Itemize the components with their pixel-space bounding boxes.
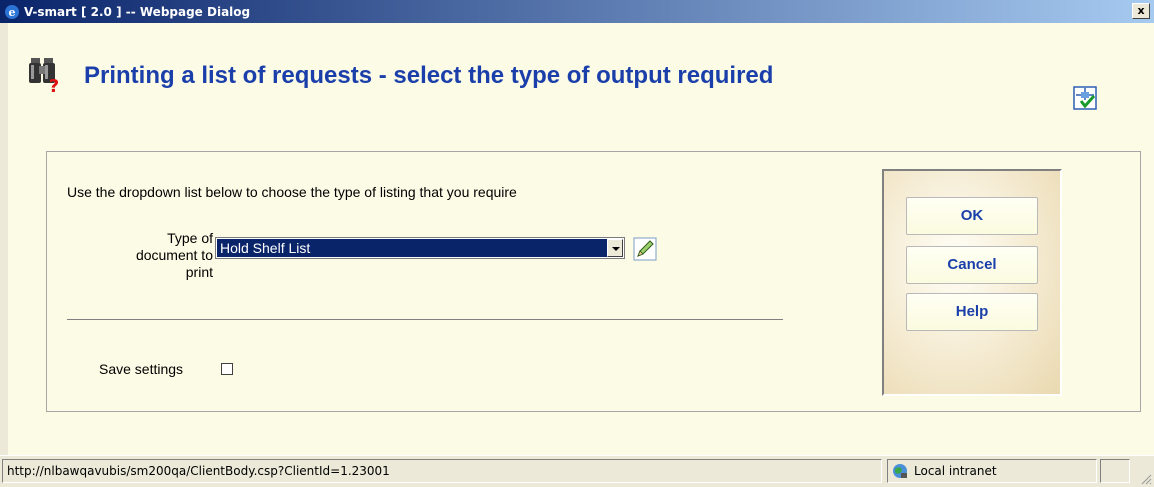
instruction-text: Use the dropdown list below to choose th… — [67, 184, 517, 200]
cancel-button[interactable]: Cancel — [906, 246, 1038, 284]
document-type-value[interactable]: Hold Shelf List — [217, 239, 607, 257]
pencil-icon[interactable] — [633, 237, 657, 261]
close-button[interactable]: x — [1132, 3, 1150, 19]
security-zone: Local intranet — [887, 459, 1097, 483]
status-bar: http://nlbawqavubis/sm200qa/ClientBody.c… — [0, 455, 1154, 487]
type-label: Type of document to print — [135, 230, 213, 280]
resize-grip-icon[interactable] — [1140, 473, 1152, 485]
svg-text:e: e — [9, 6, 16, 19]
help-button[interactable]: Help — [906, 293, 1038, 331]
document-type-select[interactable]: Hold Shelf List — [215, 237, 625, 259]
form-panel: Use the dropdown list below to choose th… — [46, 151, 1141, 412]
zone-label: Local intranet — [914, 464, 997, 478]
divider — [67, 319, 783, 320]
save-settings-label: Save settings — [99, 361, 184, 377]
button-panel: OK Cancel Help — [882, 169, 1062, 396]
binoculars-question-icon: ? — [29, 58, 59, 94]
window-title-bar: e V-smart [ 2.0 ] -- Webpage Dialog x — [0, 0, 1154, 23]
status-panel — [1100, 459, 1130, 483]
chevron-down-icon[interactable] — [607, 239, 623, 257]
status-url: http://nlbawqavubis/sm200qa/ClientBody.c… — [2, 459, 882, 483]
svg-text:?: ? — [49, 76, 59, 94]
ok-button[interactable]: OK — [906, 197, 1038, 235]
select-check-icon[interactable] — [1073, 86, 1097, 110]
save-settings-checkbox[interactable] — [221, 363, 233, 375]
ie-icon: e — [5, 4, 19, 19]
window-title: V-smart [ 2.0 ] -- Webpage Dialog — [24, 4, 251, 19]
globe-icon — [893, 464, 907, 478]
page-title: Printing a list of requests - select the… — [84, 62, 774, 89]
